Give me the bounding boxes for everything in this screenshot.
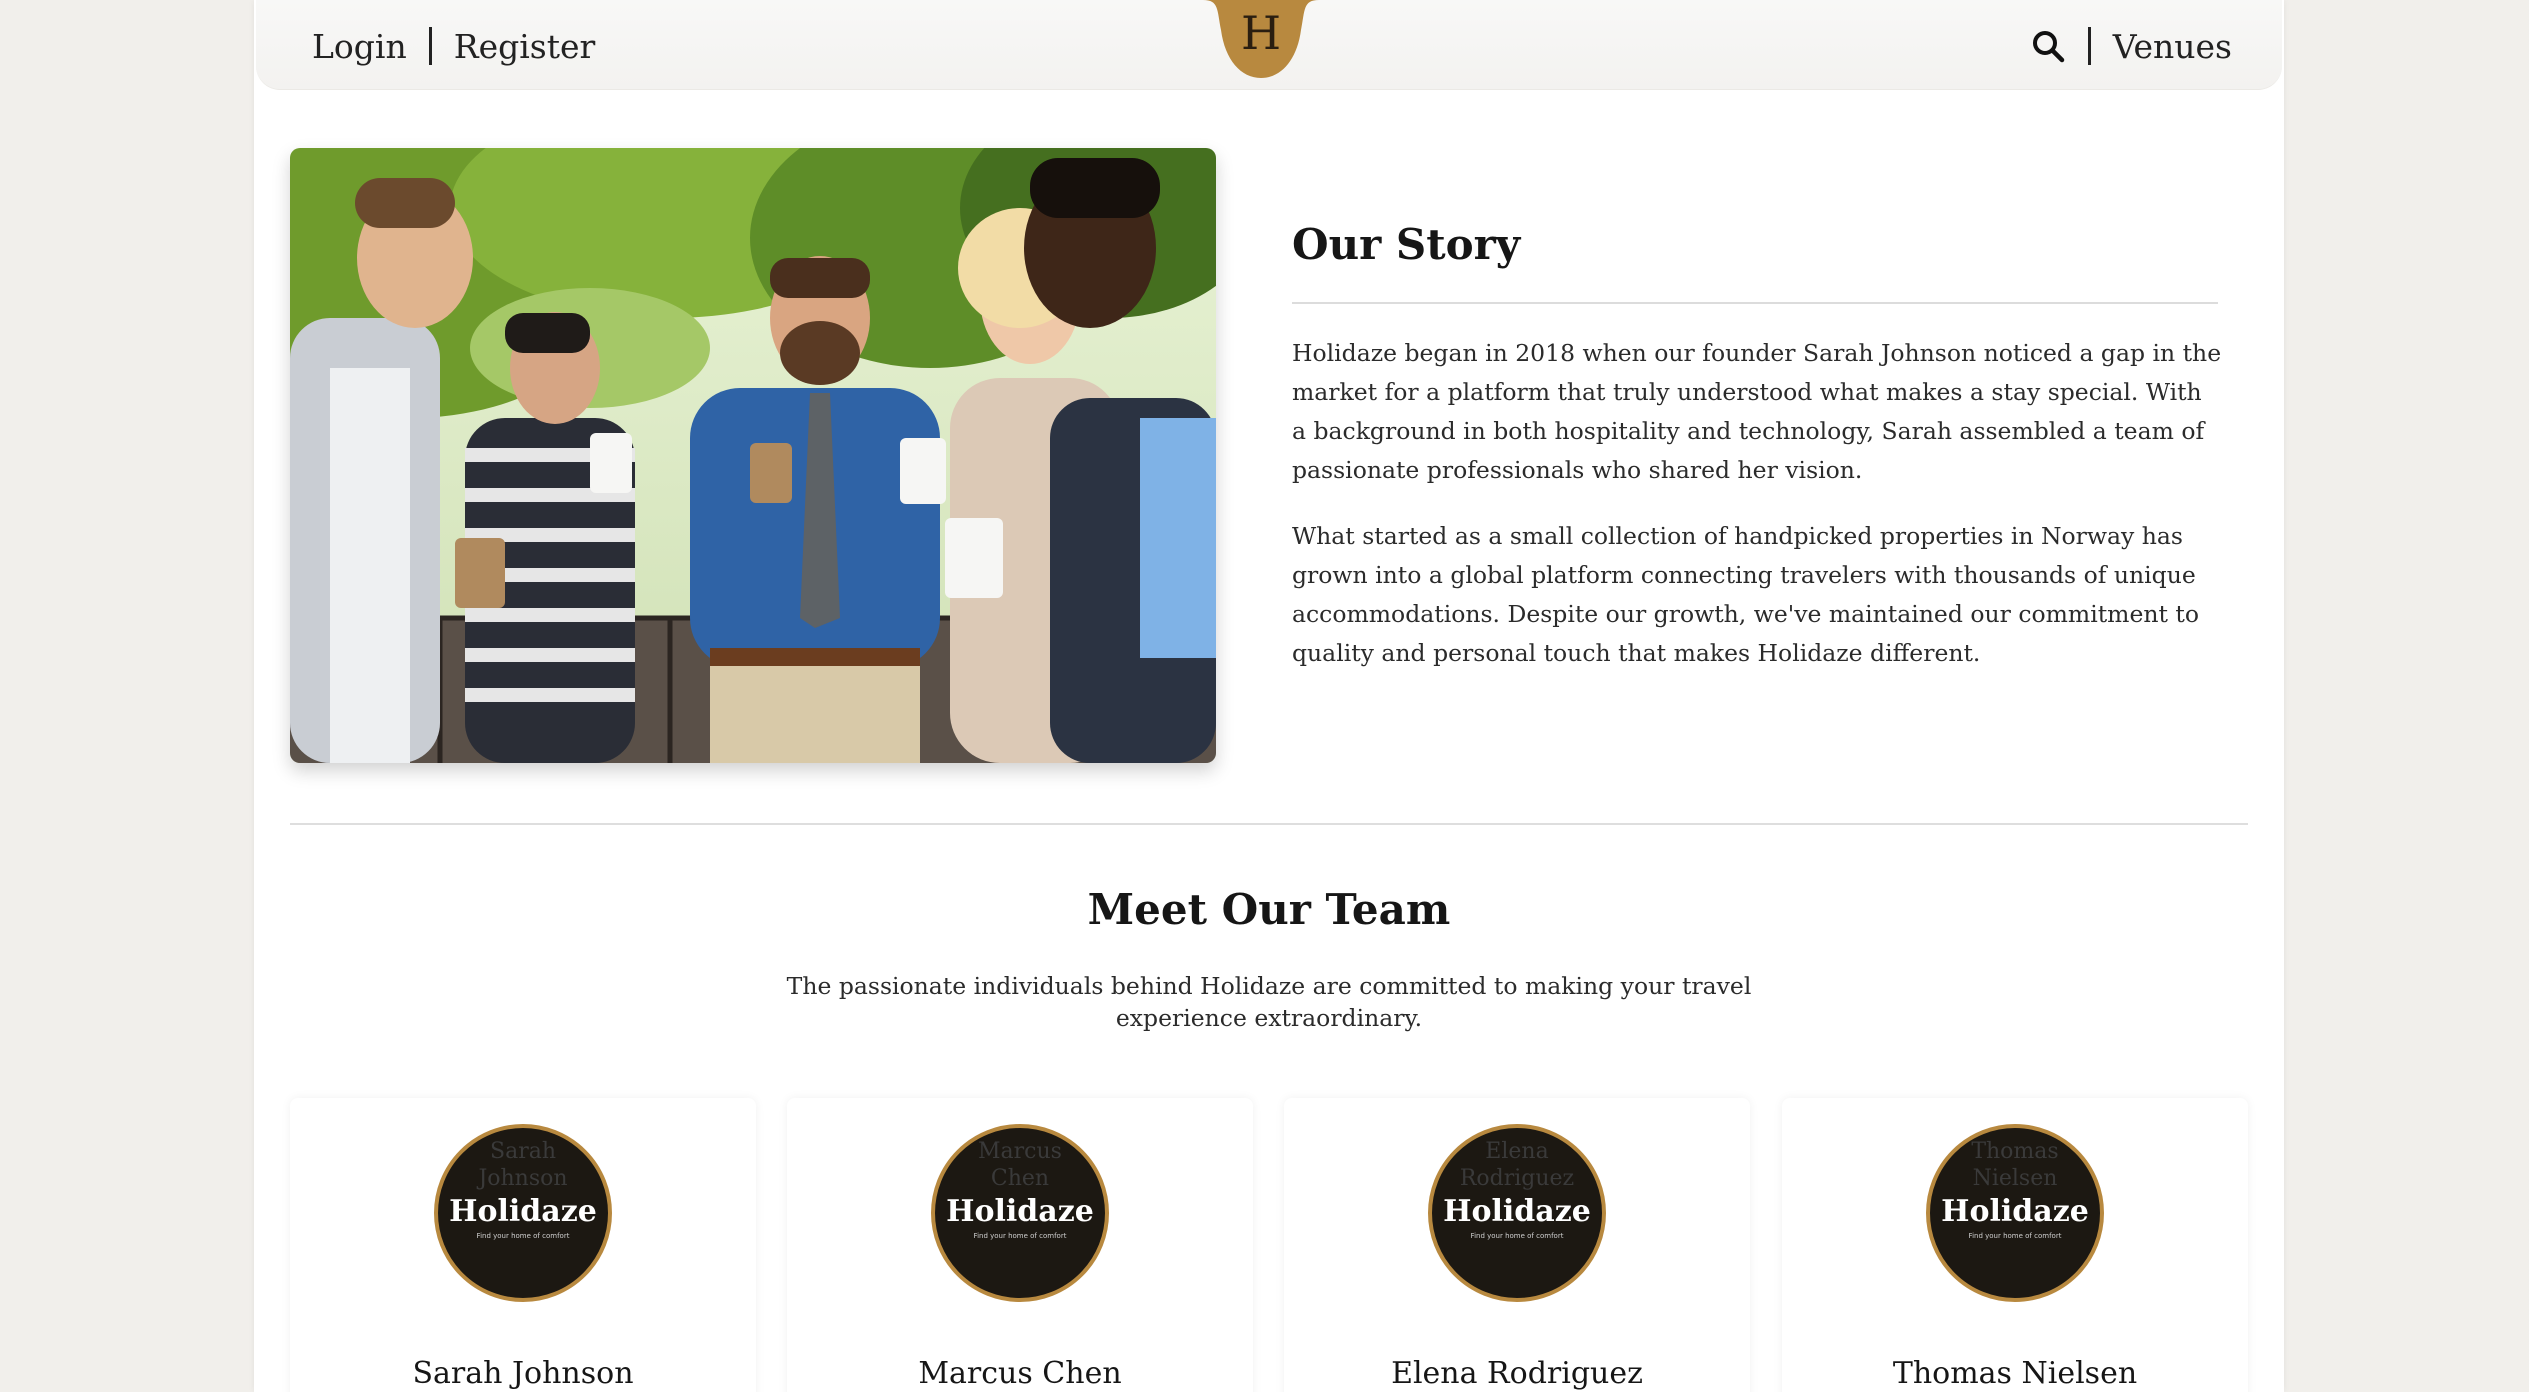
avatar-brand: Holidaze [449, 1194, 597, 1229]
avatar-tagline: Find your home of comfort [973, 1232, 1067, 1240]
team-photo-icon [290, 148, 1216, 763]
avatar-alt-text: Elena Rodriguez [1459, 1139, 1575, 1191]
team-card-thomas-nielsen: Thomas Nielsen Holidaze Find your home o… [1782, 1098, 2248, 1392]
member-name: Elena Rodriguez [1391, 1356, 1643, 1391]
avatar-alt-text: Marcus Chen [978, 1139, 1062, 1191]
avatar: Sarah Johnson Holidaze Find your home of… [434, 1124, 612, 1302]
team-subtitle: The passionate individuals behind Holida… [786, 972, 1752, 1032]
avatar: Marcus Chen Holidaze Find your home of c… [931, 1124, 1109, 1302]
auth-links: Login Register [312, 0, 595, 92]
nav-right: Venues [2030, 0, 2232, 92]
register-link[interactable]: Register [454, 27, 596, 66]
member-name: Marcus Chen [918, 1356, 1122, 1391]
avatar-alt-text: Thomas Nielsen [1971, 1139, 2059, 1191]
logo-letter: H [1240, 6, 1282, 60]
page: Login Register H Venues Our Story Holida… [254, 0, 2284, 1392]
story-photo [290, 148, 1216, 763]
story-title: Our Story [1292, 220, 1521, 269]
avatar-tagline: Find your home of comfort [1968, 1232, 2062, 1240]
avatar-brand: Holidaze [946, 1194, 1094, 1229]
venues-link[interactable]: Venues [2113, 27, 2232, 66]
avatar-alt-text: Sarah Johnson [478, 1139, 568, 1191]
story-paragraph-2: What started as a small collection of ha… [1292, 522, 2199, 667]
avatar-tagline: Find your home of comfort [476, 1232, 570, 1240]
avatar-brand: Holidaze [1443, 1194, 1591, 1229]
team-card-elena-rodriguez: Elena Rodriguez Holidaze Find your home … [1284, 1098, 1750, 1392]
team-card-marcus-chen: Marcus Chen Holidaze Find your home of c… [787, 1098, 1253, 1392]
avatar-tagline: Find your home of comfort [1470, 1232, 1564, 1240]
member-name: Thomas Nielsen [1892, 1356, 2138, 1391]
story-divider [1292, 302, 2218, 304]
member-name: Sarah Johnson [412, 1356, 634, 1391]
search-icon[interactable] [2030, 28, 2066, 64]
navbar: Login Register H Venues [256, 0, 2282, 90]
team-card-sarah-johnson: Sarah Johnson Holidaze Find your home of… [290, 1098, 756, 1392]
nav-divider [428, 27, 432, 65]
team-title: Meet Our Team [1087, 885, 1451, 934]
section-divider [290, 823, 2248, 825]
logo[interactable]: H [1203, 0, 1319, 82]
avatar: Thomas Nielsen Holidaze Find your home o… [1926, 1124, 2104, 1302]
avatar: Elena Rodriguez Holidaze Find your home … [1428, 1124, 1606, 1302]
story-paragraph-1: Holidaze began in 2018 when our founder … [1292, 339, 2222, 484]
avatar-brand: Holidaze [1941, 1194, 2089, 1229]
nav-divider [2087, 27, 2091, 65]
login-link[interactable]: Login [312, 27, 407, 66]
